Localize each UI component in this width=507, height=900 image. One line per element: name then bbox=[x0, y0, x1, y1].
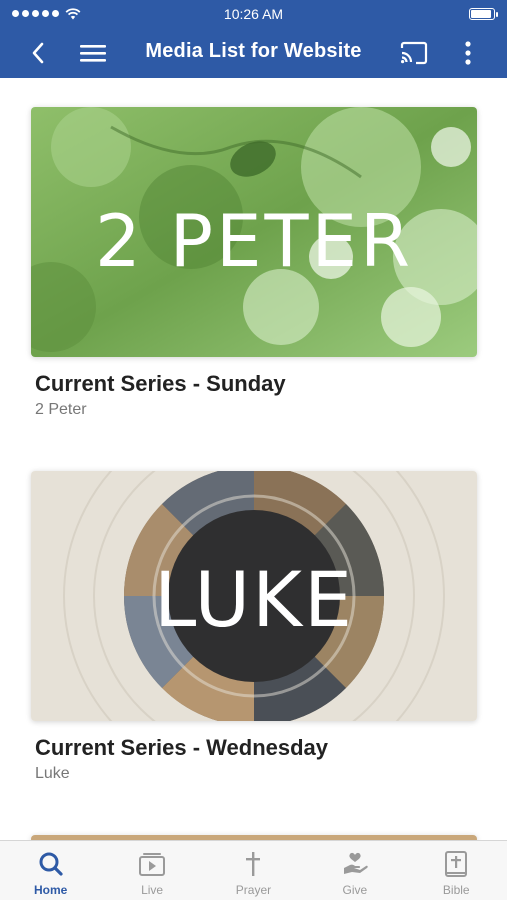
search-icon bbox=[37, 850, 65, 878]
series-artwork-title: 2 PETER bbox=[94, 199, 414, 283]
media-card-title: Current Series - Wednesday bbox=[35, 735, 329, 760]
signal-indicator bbox=[12, 7, 81, 20]
giving-hand-icon bbox=[341, 850, 369, 878]
cast-icon bbox=[400, 41, 428, 65]
bottom-tab-bar: Home Live Prayer Give Bible bbox=[0, 840, 507, 900]
tab-label: Home bbox=[34, 883, 68, 897]
tab-home[interactable]: Home bbox=[11, 841, 91, 900]
tab-label: Live bbox=[141, 883, 164, 897]
tab-live[interactable]: Live bbox=[112, 841, 192, 900]
cross-icon bbox=[239, 850, 267, 878]
series-artwork-luke[interactable]: LUKE bbox=[31, 471, 477, 721]
media-card-subtitle: 2 Peter bbox=[35, 401, 87, 418]
cast-button[interactable] bbox=[396, 35, 432, 71]
tab-label: Bible bbox=[442, 883, 470, 897]
media-list: 2 PETER Current Series - Sunday 2 Peter bbox=[0, 78, 507, 840]
tab-bible[interactable]: Bible bbox=[416, 841, 496, 900]
cell-signal-icon bbox=[12, 10, 59, 17]
media-card-wednesday[interactable]: LUKE Current Series - Wednesday Luke bbox=[31, 471, 477, 783]
tab-label: Give bbox=[342, 883, 368, 897]
series-artwork-2-peter[interactable]: 2 PETER bbox=[31, 107, 477, 357]
wifi-icon bbox=[65, 7, 81, 19]
bible-icon bbox=[442, 850, 470, 878]
more-options-button[interactable] bbox=[450, 35, 486, 71]
tab-prayer[interactable]: Prayer bbox=[213, 841, 293, 900]
media-card-sunday[interactable]: 2 PETER Current Series - Sunday 2 Peter bbox=[31, 107, 477, 419]
media-card-subtitle: Luke bbox=[35, 765, 70, 782]
media-card-title: Current Series - Sunday bbox=[35, 371, 286, 396]
battery-icon bbox=[469, 7, 498, 20]
series-artwork-title: LUKE bbox=[153, 555, 355, 644]
play-video-icon bbox=[138, 850, 166, 878]
tab-give[interactable]: Give bbox=[315, 841, 395, 900]
status-bar: 10:26 AM bbox=[0, 0, 507, 27]
more-vertical-icon bbox=[465, 41, 471, 65]
tab-label: Prayer bbox=[235, 883, 272, 897]
app-header: Media List for Website bbox=[0, 27, 507, 78]
